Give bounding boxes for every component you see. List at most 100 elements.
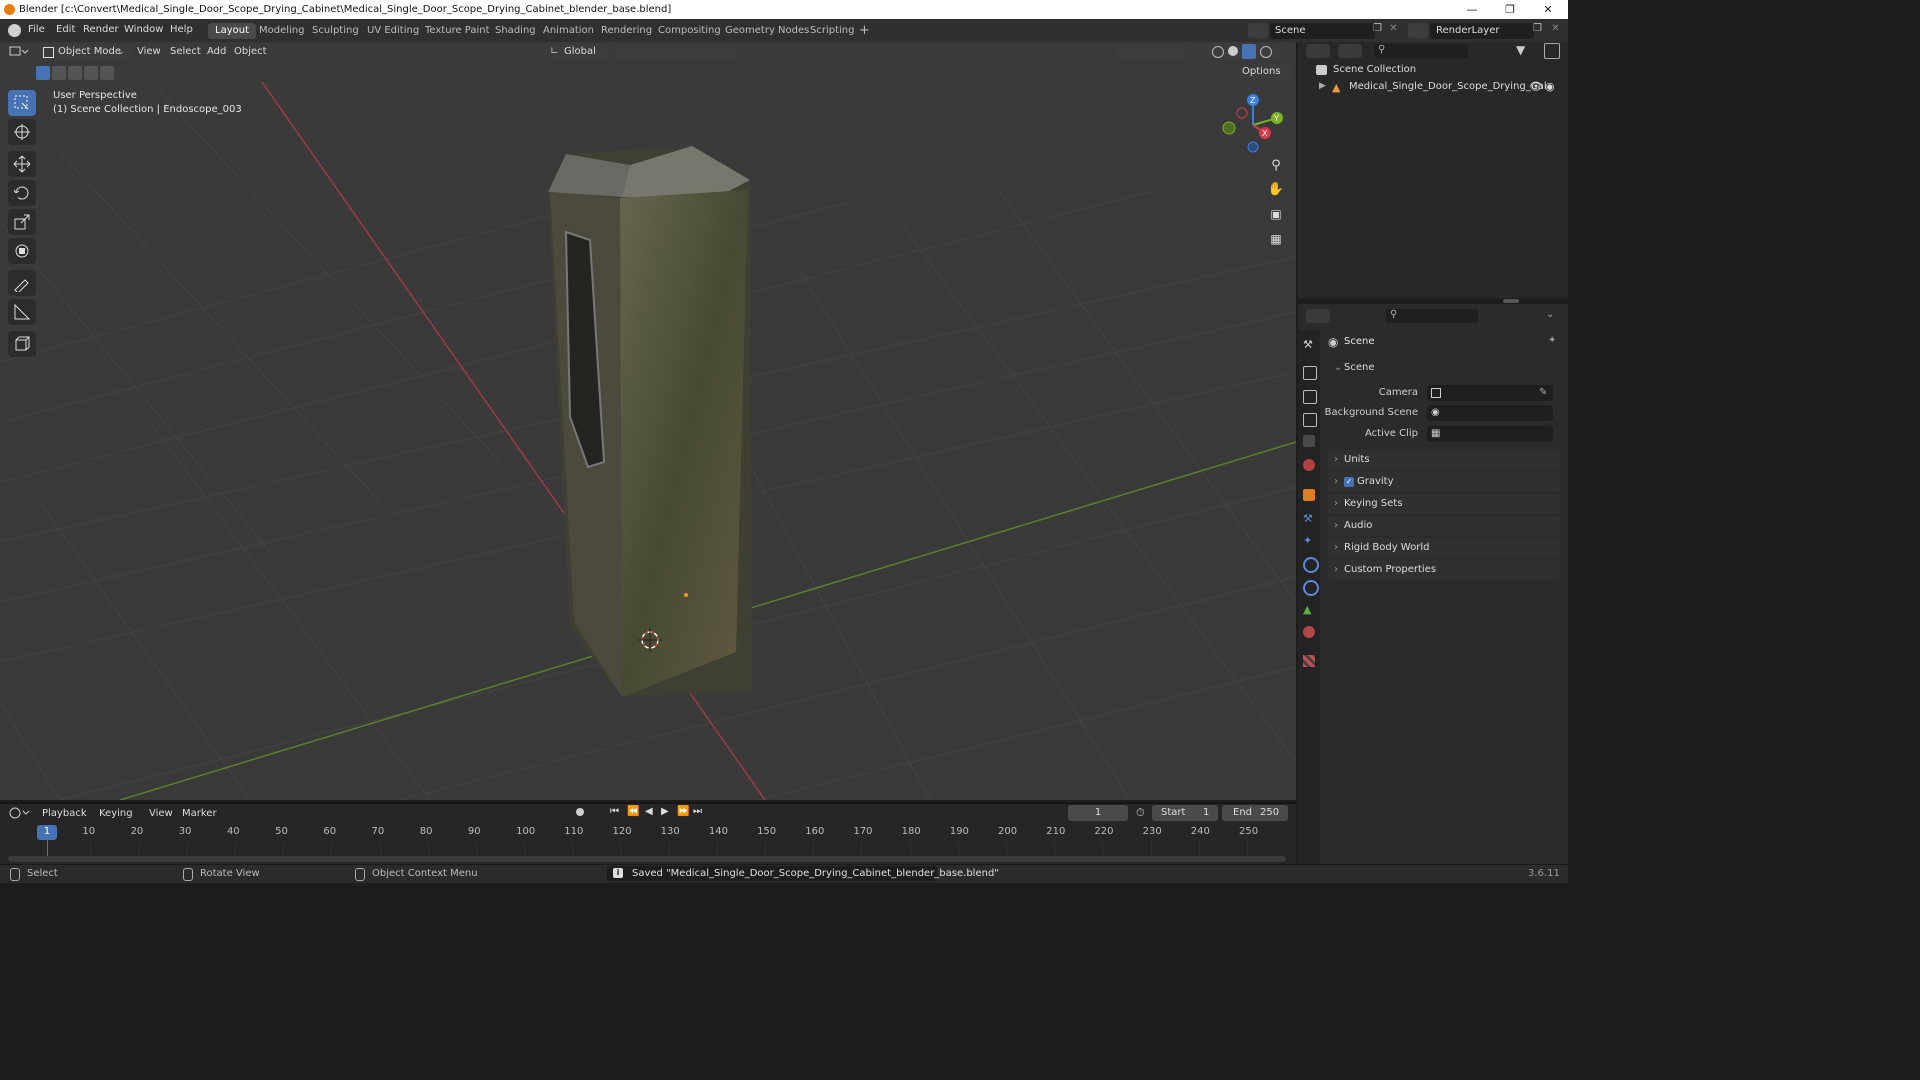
menu-help[interactable]: Help [170, 24, 193, 35]
select-box-tool[interactable] [8, 90, 36, 116]
pivot-point-icon[interactable] [616, 44, 648, 59]
close-icon[interactable]: ✕ [1528, 0, 1568, 19]
new-view-layer-icon[interactable]: ❐ [1530, 23, 1545, 38]
view-layer-field[interactable]: RenderLayer [1430, 23, 1534, 39]
menu-render[interactable]: Render [83, 24, 119, 35]
keying-sets-section[interactable]: › Keying Sets [1328, 494, 1560, 514]
menu-view[interactable]: View [133, 44, 165, 59]
jump-keyframe-back-icon[interactable]: ⏪ [627, 806, 639, 817]
particles-tab-icon[interactable]: ✦ [1303, 534, 1315, 547]
play-icon[interactable]: ▶ [661, 806, 669, 817]
keying-menu[interactable]: Keying [95, 806, 137, 821]
gravity-section[interactable]: › ✓ Gravity [1328, 472, 1560, 492]
record-icon[interactable] [576, 808, 584, 816]
overlays-toggle-icon[interactable] [1152, 44, 1190, 59]
texture-tab-icon[interactable] [1303, 655, 1315, 667]
transform-tool[interactable] [8, 238, 36, 264]
pan-hand-icon[interactable]: ✋ [1267, 182, 1285, 200]
display-mode-icon[interactable] [1338, 44, 1362, 58]
minimize-icon[interactable]: — [1452, 0, 1492, 19]
tool-tab-icon[interactable]: ⚒ [1303, 338, 1315, 351]
data-tab-icon[interactable]: ▲ [1303, 603, 1315, 616]
new-collection-icon[interactable] [1544, 43, 1560, 59]
maximize-icon[interactable]: ❐ [1490, 0, 1530, 19]
background-scene-field[interactable]: ◉ [1427, 405, 1553, 421]
perspective-toggle-icon[interactable]: ▦ [1267, 232, 1285, 250]
pin-icon[interactable]: ✦ [1548, 335, 1556, 346]
annotate-tool[interactable] [8, 270, 36, 296]
chevron-down-icon[interactable]: ⌄ [1546, 309, 1554, 320]
stopwatch-icon[interactable]: ⏱ [1136, 806, 1145, 820]
cabinet-model[interactable] [548, 146, 752, 697]
filter-icon[interactable]: ▼ [1516, 43, 1525, 57]
scene-browse-icon[interactable] [1248, 23, 1268, 38]
menu-select[interactable]: Select [166, 44, 205, 59]
timeline-editor-type-icon[interactable] [8, 806, 32, 820]
tab-shading[interactable]: Shading [488, 23, 543, 39]
transform-orientation-dropdown[interactable]: ∟ Global [546, 44, 614, 59]
material-tab-icon[interactable] [1303, 626, 1315, 638]
audio-section[interactable]: › Audio [1328, 516, 1560, 536]
menu-window[interactable]: Window [124, 24, 163, 35]
marker-menu[interactable]: Marker [178, 806, 221, 821]
view-layer-browse-icon[interactable] [1408, 23, 1428, 38]
select-subtract-icon[interactable] [68, 66, 82, 80]
gravity-checkbox[interactable]: ✓ [1344, 477, 1354, 487]
blender-menu-icon[interactable] [8, 24, 21, 37]
select-difference-icon[interactable] [84, 66, 98, 80]
jump-keyframe-forward-icon[interactable]: ⏩ [677, 806, 689, 817]
visibility-selectability-icon[interactable] [1085, 44, 1117, 59]
tab-layout[interactable]: Layout [208, 23, 256, 39]
material-preview-icon[interactable] [1242, 44, 1256, 59]
gizmo-toggle-icon[interactable] [1115, 44, 1153, 59]
outliner-item-label[interactable]: Medical_Single_Door_Scope_Drying_Cal [1349, 81, 1547, 92]
select-new-icon[interactable] [36, 66, 50, 80]
selection-mode-buttons[interactable] [36, 66, 114, 80]
view-layer-tab-icon[interactable] [1303, 413, 1317, 427]
rendered-shading-icon[interactable] [1260, 46, 1272, 58]
add-workspace-icon[interactable]: + [852, 23, 877, 39]
move-tool[interactable] [8, 151, 36, 177]
outliner-editor-type-icon[interactable] [1306, 44, 1330, 58]
select-intersect-icon[interactable] [100, 66, 114, 80]
delete-view-layer-icon[interactable]: ✕ [1548, 23, 1563, 38]
visibility-eye-icon[interactable]: 👁 [1529, 80, 1543, 93]
shading-mode-buttons[interactable] [1208, 44, 1282, 59]
menu-add[interactable]: Add [203, 44, 230, 59]
scene-collection-label[interactable]: Scene Collection [1333, 64, 1416, 75]
modifier-tab-icon[interactable]: ⚒ [1303, 512, 1315, 525]
world-tab-icon[interactable] [1303, 459, 1315, 471]
delete-scene-icon[interactable]: ✕ [1386, 23, 1401, 38]
proportional-edit-icon[interactable] [692, 44, 736, 59]
rigid-body-world-section[interactable]: › Rigid Body World [1328, 538, 1560, 558]
cursor-tool[interactable] [8, 119, 36, 145]
wireframe-shading-icon[interactable] [1212, 46, 1224, 58]
camera-view-icon[interactable]: ▣ [1267, 207, 1285, 225]
tab-uv-editing[interactable]: UV Editing [360, 23, 426, 39]
constraints-tab-icon[interactable] [1303, 580, 1319, 596]
navigation-gizmo[interactable]: Z Y X [1220, 92, 1290, 162]
start-frame-field[interactable]: Start 1 [1152, 805, 1218, 821]
menu-file[interactable]: File [28, 24, 45, 35]
object-tab-icon[interactable] [1303, 489, 1315, 501]
options-dropdown[interactable]: Options [1238, 64, 1292, 79]
solid-shading-icon[interactable] [1228, 46, 1238, 56]
jump-start-icon[interactable]: ⏮ [610, 806, 619, 817]
play-reverse-icon[interactable]: ◀ [645, 806, 653, 817]
tab-sculpting[interactable]: Sculpting [305, 23, 366, 39]
timeline-view-menu[interactable]: View [145, 806, 177, 821]
report-message[interactable]: i Saved "Medical_Single_Door_Scope_Dryin… [607, 866, 999, 881]
custom-properties-section[interactable]: › Custom Properties [1328, 560, 1560, 580]
scene-tab-icon[interactable] [1303, 435, 1315, 447]
end-frame-field[interactable]: End 250 [1222, 805, 1288, 821]
menu-edit[interactable]: Edit [56, 24, 75, 35]
tab-texture-paint[interactable]: Texture Paint [418, 23, 497, 39]
output-tab-icon[interactable] [1303, 390, 1317, 404]
editor-type-icon[interactable] [8, 44, 32, 59]
3d-viewport[interactable]: Z Y X User Perspective (1) Scene Collect… [0, 42, 1296, 800]
tab-rendering[interactable]: Rendering [594, 23, 659, 39]
camera-field[interactable]: ✎ [1427, 385, 1553, 401]
scale-tool[interactable] [8, 209, 36, 235]
add-cube-tool[interactable] [8, 331, 36, 357]
render-camera-icon[interactable]: ◉ [1545, 80, 1555, 93]
